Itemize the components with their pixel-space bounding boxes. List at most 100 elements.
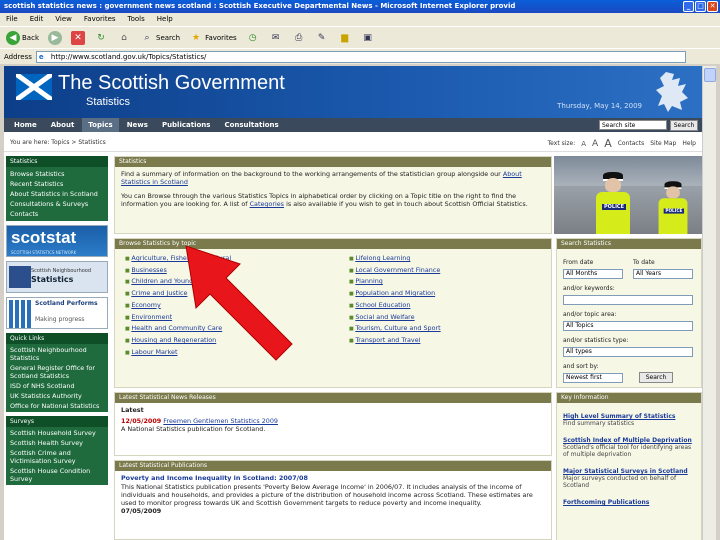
sort-select[interactable]: Newest first xyxy=(563,373,623,383)
text-size-small[interactable]: A xyxy=(581,140,586,148)
topic-item[interactable]: Businesses xyxy=(125,265,231,277)
survey-link[interactable]: Scottish Health Survey xyxy=(10,439,104,447)
quick-link[interactable]: ISD of NHS Scotland xyxy=(10,382,104,390)
key-info-link[interactable]: Scottish Index of Multiple Deprivation xyxy=(563,437,695,444)
vertical-scrollbar[interactable] xyxy=(702,66,716,540)
history-button[interactable]: ◷ xyxy=(244,29,262,47)
survey-link[interactable]: Scottish Household Survey xyxy=(10,429,104,437)
sidebar-item-recent[interactable]: Recent Statistics xyxy=(10,179,104,189)
to-date-select[interactable]: All Years xyxy=(633,269,693,279)
keywords-input[interactable] xyxy=(563,295,693,305)
sidebar-item-browse[interactable]: Browse Statistics xyxy=(10,169,104,179)
help-link[interactable]: Help xyxy=(682,140,696,147)
topic-item[interactable]: Labour Market xyxy=(125,347,231,359)
sidebar-item-contacts[interactable]: Contacts xyxy=(10,209,104,219)
categories-link[interactable]: Categories xyxy=(250,200,284,208)
menu-tools[interactable]: Tools xyxy=(128,13,145,26)
key-info-link[interactable]: Major Statistical Surveys in Scotland xyxy=(563,468,695,475)
topic-item[interactable]: Local Government Finance xyxy=(349,265,441,277)
sidebar-links: Browse Statistics Recent Statistics Abou… xyxy=(6,167,108,221)
site-search-input[interactable]: Search site xyxy=(599,120,667,130)
statistics-intro-box: Statistics Find a summary of information… xyxy=(114,156,552,234)
topic-item[interactable]: Agriculture, Fisheries and Rural xyxy=(125,253,231,265)
quick-link[interactable]: Scottish Neighbourhood Statistics xyxy=(10,346,104,362)
publication-title[interactable]: Poverty and Income Inequality in Scotlan… xyxy=(115,471,551,482)
home-button[interactable]: ⌂ xyxy=(115,29,133,47)
neighbourhood-stats-banner[interactable]: Scottish Neighbourhood Statistics xyxy=(6,261,108,293)
quick-link[interactable]: Office for National Statistics xyxy=(10,402,104,410)
menu-edit[interactable]: Edit xyxy=(30,13,44,26)
sidebar-item-consultations[interactable]: Consultations & Surveys xyxy=(10,199,104,209)
topic-area-select[interactable]: All Topics xyxy=(563,321,693,331)
topic-item[interactable]: Environment xyxy=(125,312,231,324)
site-title[interactable]: The Scottish Government xyxy=(58,72,285,95)
menu-file[interactable]: File xyxy=(6,13,18,26)
search-button[interactable]: ⌕ Search xyxy=(138,29,182,47)
forward-button[interactable]: ▶ xyxy=(46,29,64,47)
scrollbar-thumb[interactable] xyxy=(704,68,716,82)
key-info-desc: Major surveys conducted on behalf of Sco… xyxy=(563,475,677,489)
favorites-button[interactable]: ★ Favorites xyxy=(187,29,239,47)
text-size-large[interactable]: A xyxy=(604,137,612,150)
nav-consultations[interactable]: Consultations xyxy=(218,118,284,132)
topic-item[interactable]: Tourism, Culture and Sport xyxy=(349,323,440,335)
topic-item[interactable]: Social and Welfare xyxy=(349,312,441,324)
from-date-select[interactable]: All Months xyxy=(563,269,623,279)
sidebar-item-about[interactable]: About Statistics in Scotland xyxy=(10,189,104,199)
main-nav: Home About Topics News Publications Cons… xyxy=(4,118,702,132)
mail-button[interactable]: ✉ xyxy=(267,29,285,47)
topic-item[interactable]: Lifelong Learning xyxy=(349,253,441,265)
topic-item[interactable]: Housing and Regeneration xyxy=(125,335,231,347)
stop-button[interactable]: ✕ xyxy=(69,29,87,47)
refresh-icon: ↻ xyxy=(97,32,105,43)
maximize-icon[interactable]: □ xyxy=(695,1,706,12)
nav-topics[interactable]: Topics xyxy=(82,118,119,132)
topic-item[interactable]: Planning xyxy=(349,276,441,288)
stats-type-select[interactable]: All types xyxy=(563,347,693,357)
intro-paragraph-1: Find a summary of information on the bac… xyxy=(115,167,551,189)
topic-item[interactable]: School Education xyxy=(349,300,441,312)
key-info-link[interactable]: Forthcoming Publications xyxy=(563,499,695,506)
mail-icon: ✉ xyxy=(271,32,280,43)
search-stats-button[interactable]: Search xyxy=(639,372,673,383)
site-map-link[interactable]: Site Map xyxy=(650,140,676,147)
contacts-link[interactable]: Contacts xyxy=(618,140,644,147)
edit-button[interactable]: ✎ xyxy=(313,29,331,47)
topic-item[interactable]: Population and Migration xyxy=(349,288,441,300)
research-button[interactable]: ▣ xyxy=(359,29,377,47)
menu-help[interactable]: Help xyxy=(157,13,173,26)
survey-link[interactable]: Scottish Crime and Victimisation Survey xyxy=(10,449,104,465)
scotland-performs-banner[interactable]: Scotland Performs Making progress xyxy=(6,297,108,329)
folder-button[interactable]: ▆ xyxy=(336,29,354,47)
nav-news[interactable]: News xyxy=(121,118,154,132)
print-button[interactable]: ⎙ xyxy=(290,29,308,47)
edit-icon: ✎ xyxy=(317,32,326,43)
topic-item[interactable]: Children and Young People xyxy=(125,276,231,288)
survey-link[interactable]: Scottish House Condition Survey xyxy=(10,467,104,483)
address-input[interactable]: http://www.scotland.gov.uk/Topics/Statis… xyxy=(35,50,686,63)
nav-about[interactable]: About xyxy=(45,118,81,132)
topic-item[interactable]: Health and Community Care xyxy=(125,323,231,335)
refresh-button[interactable]: ↻ xyxy=(92,29,110,47)
quick-link[interactable]: UK Statistics Authority xyxy=(10,392,104,400)
nav-home[interactable]: Home xyxy=(8,118,43,132)
quick-link[interactable]: General Register Office for Scotland Sta… xyxy=(10,364,104,380)
menu-bar: File Edit View Favorites Tools Help xyxy=(0,13,720,26)
text-size-medium[interactable]: A xyxy=(592,139,598,149)
topic-item[interactable]: Transport and Travel xyxy=(349,335,441,347)
latest-news-link[interactable]: Freemen Gentlemen Statistics 2009 xyxy=(163,417,278,425)
menu-favorites[interactable]: Favorites xyxy=(84,13,116,26)
topic-item[interactable]: Crime and Justice xyxy=(125,288,231,300)
minimize-icon[interactable]: _ xyxy=(683,1,694,12)
latest-label: Latest xyxy=(121,406,144,414)
key-info-link[interactable]: High Level Summary of Statistics xyxy=(563,413,695,420)
scotstat-banner[interactable]: scotstat SCOTTISH STATISTICS NETWORK xyxy=(6,225,108,257)
menu-view[interactable]: View xyxy=(55,13,72,26)
back-button[interactable]: ◀ Back xyxy=(4,29,41,47)
surveys-list: Scottish Household Survey Scottish Healt… xyxy=(6,427,108,485)
breadcrumb: You are here: Topics > Statistics xyxy=(10,139,106,146)
topic-item[interactable]: Economy xyxy=(125,300,231,312)
close-icon[interactable]: ✕ xyxy=(707,1,718,12)
site-search-button[interactable]: Search xyxy=(670,119,698,131)
nav-publications[interactable]: Publications xyxy=(156,118,217,132)
